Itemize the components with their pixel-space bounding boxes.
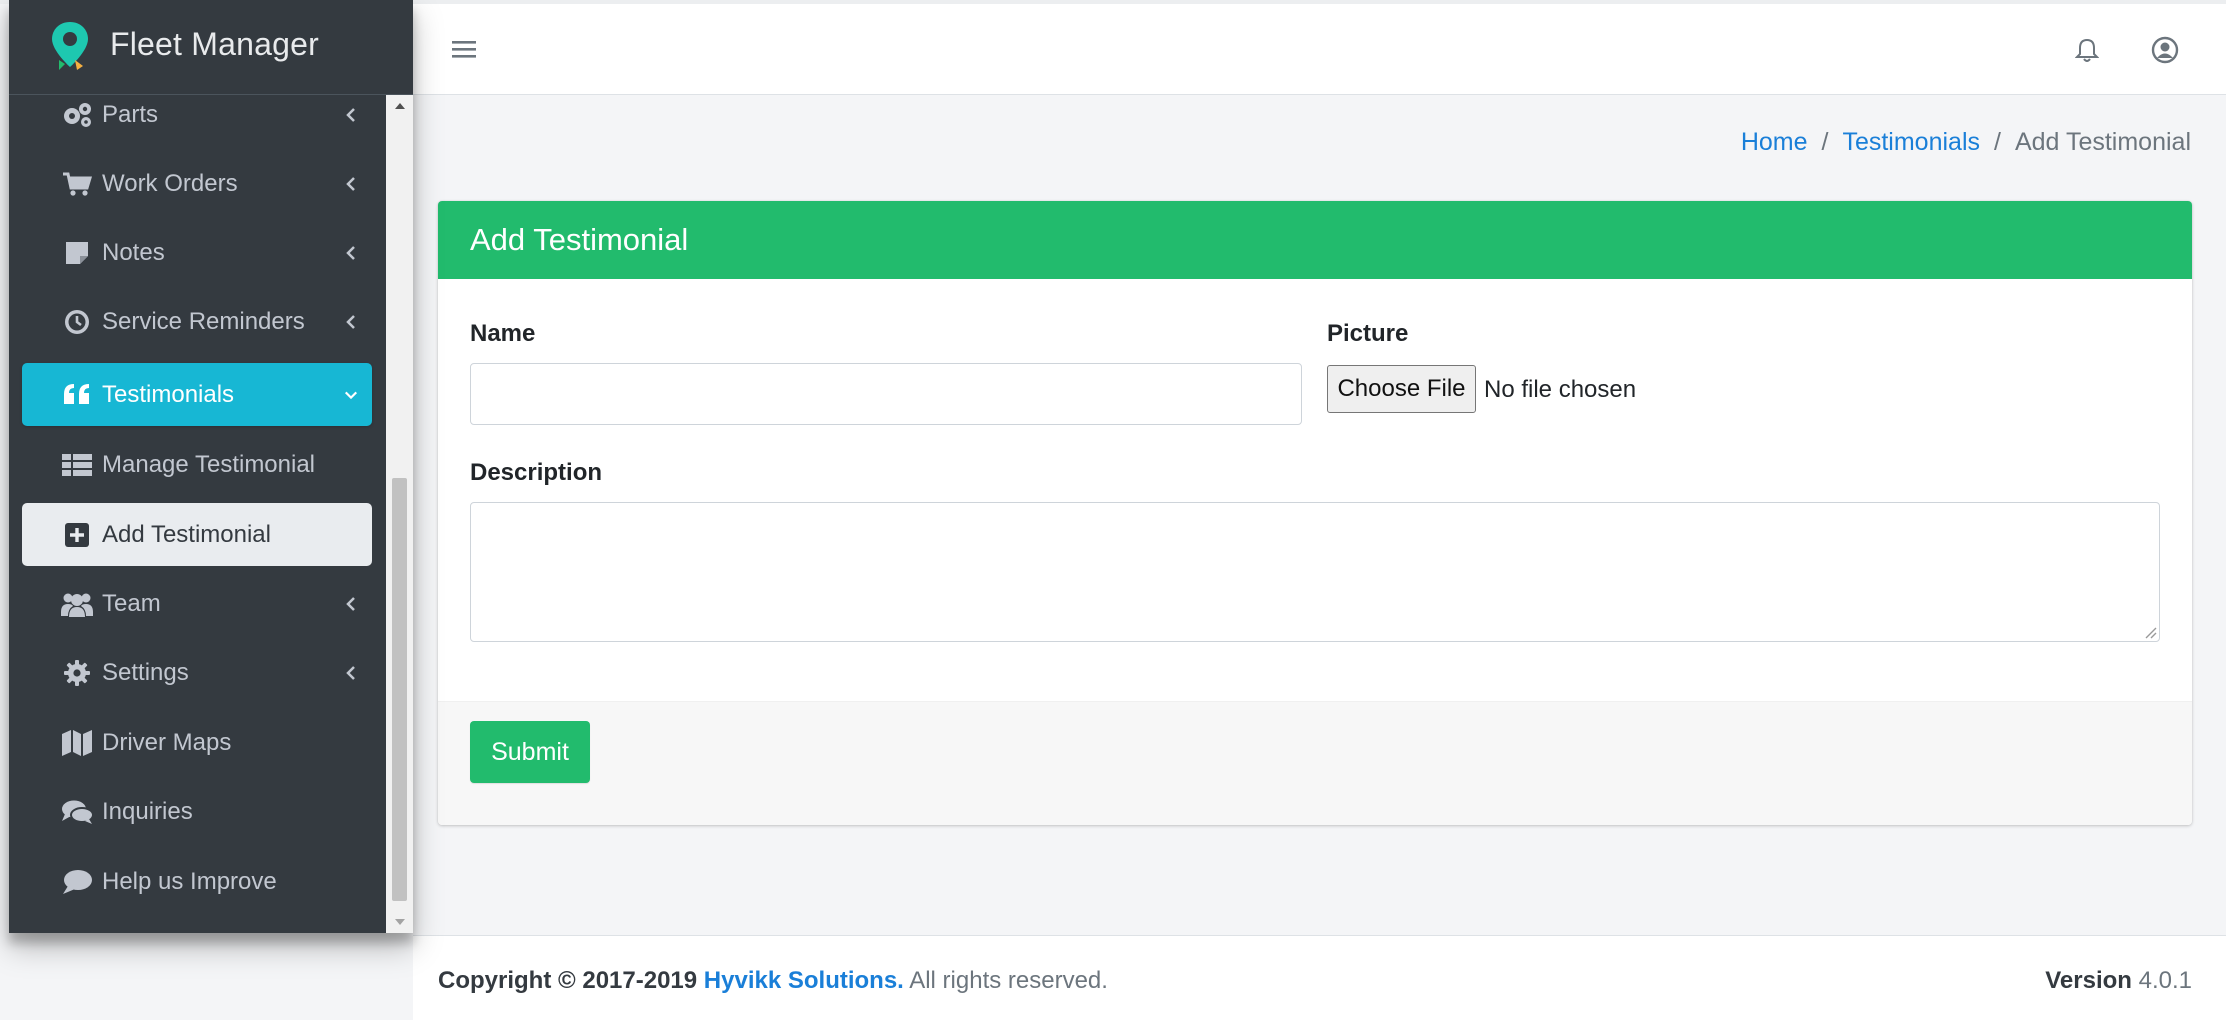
- chevron-left-icon: [344, 174, 358, 194]
- gear-icon: [60, 658, 94, 688]
- chevron-left-icon: [344, 243, 358, 263]
- sidebar-item-label: Service Reminders: [102, 307, 305, 335]
- chevron-left-icon: [344, 663, 358, 683]
- sidebar-scrollbar[interactable]: [386, 95, 413, 933]
- sidebar-item-team[interactable]: Team: [22, 572, 372, 635]
- sidebar-item-inquiries[interactable]: Inquiries: [22, 780, 372, 843]
- app: Fleet Manager Parts Work Orders Notes Se…: [0, 0, 2226, 1020]
- sidebar-item-testimonials[interactable]: Testimonials: [22, 363, 372, 426]
- comment-icon: [60, 867, 94, 897]
- breadcrumb-separator: /: [1994, 128, 2001, 156]
- breadcrumb: Home / Testimonials / Add Testimonial: [1741, 128, 2191, 157]
- file-status-text: No file chosen: [1484, 376, 1637, 403]
- scroll-down-arrow-icon[interactable]: [386, 911, 413, 933]
- users-icon: [60, 589, 94, 619]
- description-textarea[interactable]: [470, 502, 2160, 642]
- breadcrumb-current: Add Testimonial: [2014, 128, 2191, 156]
- user-circle-icon[interactable]: [2150, 35, 2180, 65]
- scroll-up-arrow-icon[interactable]: [386, 95, 413, 117]
- scrollbar-thumb[interactable]: [392, 478, 407, 901]
- name-label: Name: [470, 320, 536, 347]
- copyright-prefix: Copyright © 2017-2019: [438, 967, 698, 994]
- description-label: Description: [470, 459, 603, 486]
- chevron-left-icon: [344, 105, 358, 125]
- breadcrumb-home-link[interactable]: Home: [1741, 128, 1808, 157]
- table-icon: [60, 450, 94, 480]
- sidebar-item-manage-testimonial[interactable]: Manage Testimonial: [22, 433, 372, 496]
- sidebar-item-label: Work Orders: [102, 169, 238, 197]
- sidebar-item-label: Manage Testimonial: [102, 450, 316, 478]
- hamburger-icon[interactable]: [449, 34, 479, 64]
- sidebar-item-settings[interactable]: Settings: [22, 641, 372, 704]
- quote-icon: [60, 380, 94, 410]
- company-link[interactable]: Hyvikk Solutions.: [704, 967, 904, 994]
- sidebar-item-notes[interactable]: Notes: [22, 221, 372, 284]
- sidebar-item-work-orders[interactable]: Work Orders: [22, 152, 372, 215]
- sidebar-item-label: Team: [102, 589, 161, 617]
- top-navbar: [413, 4, 2226, 95]
- brand-name: Fleet Manager: [110, 26, 319, 62]
- picture-label: Picture: [1327, 320, 1409, 347]
- sidebar-item-label: Inquiries: [102, 797, 193, 825]
- plus-square-icon: [60, 520, 94, 550]
- version-label: Version: [2045, 967, 2132, 994]
- card-title: Add Testimonial: [470, 222, 689, 257]
- cart-icon: [60, 169, 94, 199]
- sidebar-item-label: Add Testimonial: [102, 520, 271, 548]
- comments-icon: [60, 797, 94, 827]
- sidebar-item-label: Parts: [102, 100, 159, 128]
- sidebar: Fleet Manager Parts Work Orders Notes Se…: [9, 0, 413, 933]
- version-number: 4.0.1: [2138, 967, 2192, 994]
- map-icon: [60, 728, 94, 758]
- card-header: Add Testimonial: [438, 201, 2192, 279]
- sidebar-item-help-us-improve[interactable]: Help us Improve: [22, 850, 372, 913]
- add-testimonial-card: Add Testimonial Name Picture Choose File…: [438, 201, 2192, 825]
- chevron-down-icon: [344, 385, 358, 405]
- copyright-text: Copyright © 2017-2019 Hyvikk Solutions. …: [438, 967, 1108, 995]
- map-pin-logo-icon: [49, 20, 91, 72]
- sidebar-item-label: Notes: [102, 238, 165, 266]
- sidebar-item-driver-maps[interactable]: Driver Maps: [22, 711, 372, 774]
- sidebar-item-label: Settings: [102, 658, 189, 686]
- brand-link[interactable]: Fleet Manager: [9, 0, 413, 95]
- sidebar-item-label: Driver Maps: [102, 728, 232, 756]
- name-input[interactable]: [470, 363, 1302, 425]
- chevron-left-icon: [344, 594, 358, 614]
- resize-handle-icon[interactable]: [2143, 625, 2157, 639]
- sidebar-nav: Parts Work Orders Notes Service Reminder…: [9, 95, 385, 933]
- card-footer: Submit: [438, 701, 2192, 825]
- breadcrumb-testimonials-link[interactable]: Testimonials: [1842, 128, 1980, 157]
- chevron-left-icon: [344, 312, 358, 332]
- submit-button[interactable]: Submit: [470, 721, 590, 783]
- sidebar-item-label: Help us Improve: [102, 867, 277, 895]
- sidebar-item-label: Testimonials: [102, 380, 235, 408]
- clock-icon: [60, 307, 94, 337]
- choose-file-button[interactable]: Choose File: [1327, 365, 1476, 413]
- bell-icon[interactable]: [2072, 35, 2102, 65]
- sidebar-item-parts[interactable]: Parts: [22, 95, 372, 146]
- page-footer: Copyright © 2017-2019 Hyvikk Solutions. …: [413, 935, 2226, 1020]
- sidebar-item-add-testimonial[interactable]: Add Testimonial: [22, 503, 372, 566]
- version-text: Version 4.0.1: [2045, 967, 2192, 995]
- rights-text: All rights reserved.: [909, 967, 1108, 994]
- gears-icon: [60, 100, 94, 130]
- sidebar-item-service-reminders[interactable]: Service Reminders: [22, 290, 372, 353]
- breadcrumb-separator: /: [1821, 128, 1829, 156]
- sticky-note-icon: [60, 238, 94, 268]
